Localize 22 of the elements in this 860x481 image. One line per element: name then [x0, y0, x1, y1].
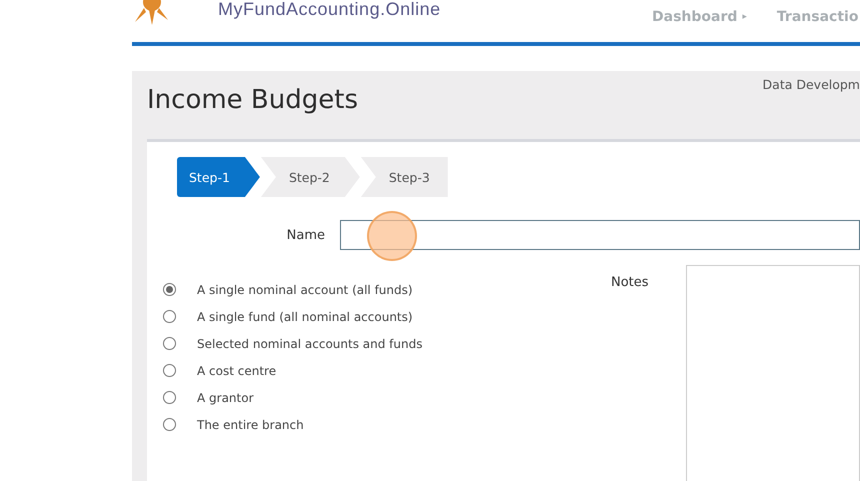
name-label: Name — [286, 228, 325, 242]
logo-text: MyFundAccounting.Online — [218, 0, 441, 18]
scope-option[interactable]: A single fund (all nominal accounts) — [163, 303, 611, 330]
name-input[interactable] — [340, 220, 860, 250]
step-tab[interactable]: Step-3 — [360, 157, 448, 197]
radio-button[interactable] — [163, 337, 176, 350]
radio-button[interactable] — [163, 364, 176, 377]
page-title: Income Budgets — [147, 85, 358, 117]
scope-option[interactable]: A cost centre — [163, 357, 611, 384]
click-marker-icon — [367, 211, 417, 261]
scope-option[interactable]: A single nominal account (all funds) — [163, 276, 611, 303]
scope-option[interactable]: The entire branch — [163, 411, 611, 438]
notes-label: Notes — [610, 275, 650, 292]
radio-button[interactable] — [163, 418, 176, 431]
step-tab[interactable]: Step-1 — [177, 157, 260, 197]
context-text: Data Developm — [762, 77, 860, 94]
radio-button[interactable] — [163, 283, 176, 296]
step-tab[interactable]: Step-2 — [260, 157, 360, 197]
radio-button[interactable] — [163, 391, 176, 404]
radio-button[interactable] — [163, 310, 176, 323]
scope-option[interactable]: A grantor — [163, 384, 611, 411]
scope-option[interactable]: Selected nominal accounts and funds — [163, 330, 611, 357]
